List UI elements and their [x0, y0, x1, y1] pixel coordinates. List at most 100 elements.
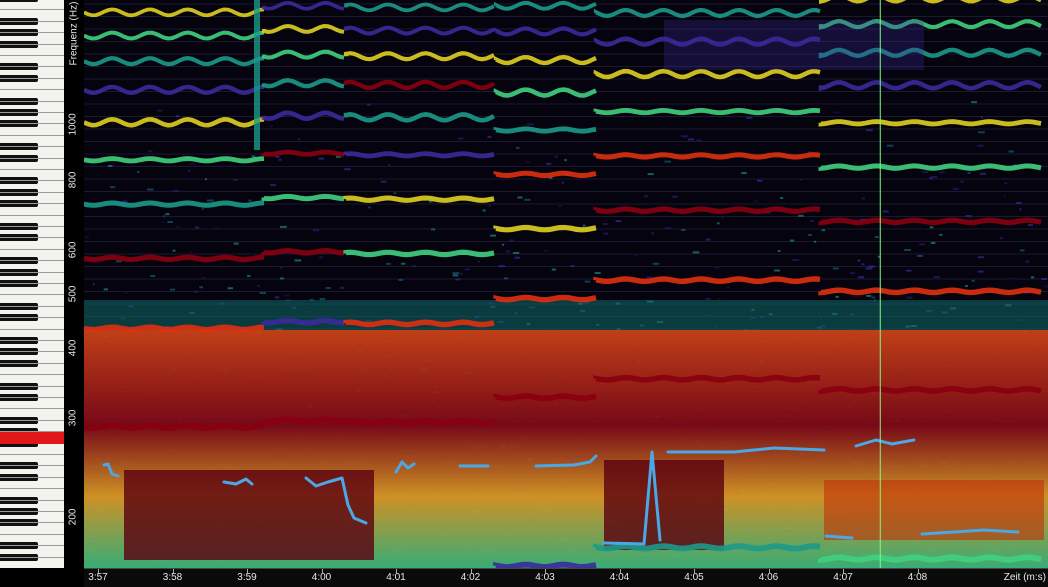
- noise-speck: [279, 225, 287, 228]
- noise-speck: [696, 139, 702, 142]
- noise-speck: [270, 125, 273, 128]
- spectrogram-view[interactable]: [84, 0, 1048, 568]
- harmonic-band: [343, 319, 495, 328]
- noise-speck: [312, 229, 320, 232]
- noise-speck: [452, 274, 459, 277]
- white-key-divider: [0, 317, 64, 319]
- noise-speck: [386, 262, 391, 265]
- time-tick-label: 4:03: [535, 572, 555, 583]
- harmonic-band: [84, 422, 265, 431]
- harmonic-band: [818, 217, 1042, 226]
- noise-speck: [792, 258, 800, 261]
- harmonic-band: [593, 152, 821, 160]
- noise-speck: [821, 229, 826, 232]
- noise-speck: [866, 129, 873, 132]
- noise-speck: [517, 196, 523, 199]
- white-key-divider: [0, 374, 64, 376]
- noise-speck: [233, 242, 239, 245]
- noise-speck: [150, 275, 156, 278]
- white-key-divider: [0, 499, 64, 501]
- noise-speck: [214, 226, 219, 229]
- noise-speck: [227, 287, 233, 290]
- noise-speck: [460, 272, 463, 275]
- noise-speck: [664, 227, 672, 230]
- noise-speck: [367, 103, 371, 106]
- white-key-divider: [0, 419, 64, 421]
- noise-speck: [564, 159, 567, 162]
- noise-speck: [270, 184, 276, 187]
- noise-speck: [849, 272, 855, 275]
- white-key-divider: [0, 226, 64, 227]
- white-key-divider: [0, 123, 64, 125]
- harmonic-band: [818, 163, 1042, 172]
- noise-speck: [603, 223, 608, 226]
- white-key-divider: [0, 157, 64, 159]
- noise-speck: [257, 284, 260, 287]
- noise-speck: [1025, 260, 1030, 263]
- noise-speck: [157, 109, 163, 112]
- white-key-divider: [0, 191, 64, 193]
- noise-speck: [233, 179, 238, 182]
- noise-speck: [455, 278, 461, 281]
- harmonic-band: [818, 287, 1042, 296]
- noise-speck: [148, 150, 153, 153]
- noise-speck: [939, 233, 943, 236]
- noise-speck: [503, 277, 508, 280]
- piano-keyboard[interactable]: [0, 0, 65, 568]
- harmonic-band: [261, 248, 345, 256]
- noise-speck: [810, 220, 815, 223]
- noise-speck: [380, 180, 387, 183]
- noise-speck: [103, 288, 108, 291]
- time-tick-label: 3:59: [237, 572, 257, 583]
- white-key-divider: [0, 32, 64, 34]
- noise-speck: [594, 271, 601, 274]
- noise-speck: [717, 222, 720, 225]
- black-key[interactable]: [0, 0, 38, 2]
- transient-spike: [254, 0, 260, 150]
- noise-speck: [718, 166, 722, 169]
- noise-speck: [477, 260, 481, 263]
- noise-speck: [172, 249, 176, 252]
- noise-speck: [188, 163, 195, 166]
- noise-speck: [175, 115, 180, 118]
- time-tick-mark: [396, 569, 397, 573]
- noise-speck: [1044, 285, 1048, 288]
- noise-speck: [505, 250, 511, 253]
- harmonic-band: [84, 324, 265, 333]
- time-tick-mark: [247, 569, 248, 573]
- noise-speck: [557, 205, 563, 208]
- noise-speck: [789, 239, 795, 242]
- frequency-tick-label: 800: [67, 171, 79, 189]
- harmonic-band: [343, 195, 495, 203]
- noise-speck: [919, 243, 926, 246]
- noise-speck: [525, 215, 528, 218]
- harmonic-band: [343, 249, 495, 258]
- noise-speck: [325, 286, 331, 289]
- noise-speck: [615, 220, 622, 223]
- noise-speck: [726, 286, 730, 289]
- harmonic-band: [261, 416, 345, 425]
- noise-speck: [283, 294, 290, 297]
- time-tick-mark: [917, 569, 919, 573]
- noise-speck: [1004, 182, 1007, 185]
- noise-speck: [294, 259, 302, 262]
- noise-speck: [967, 171, 972, 174]
- white-key-divider: [0, 169, 64, 170]
- white-key-divider: [0, 77, 64, 79]
- noise-speck: [930, 175, 938, 178]
- white-key-divider: [0, 397, 64, 398]
- noise-speck: [189, 250, 193, 253]
- white-key-divider: [0, 533, 64, 535]
- white-key-divider: [0, 556, 64, 558]
- harmonic-band: [493, 561, 597, 568]
- noise-speck: [512, 251, 520, 254]
- harmonic-band: [261, 149, 345, 157]
- time-tick-label: 4:08: [907, 572, 928, 583]
- white-key-divider: [0, 146, 64, 148]
- time-tick-mark: [321, 569, 323, 573]
- white-key-divider: [0, 271, 64, 273]
- noise-speck: [1003, 195, 1007, 198]
- white-key-divider: [0, 522, 64, 524]
- noise-speck: [172, 189, 179, 192]
- time-tick-mark: [768, 569, 770, 573]
